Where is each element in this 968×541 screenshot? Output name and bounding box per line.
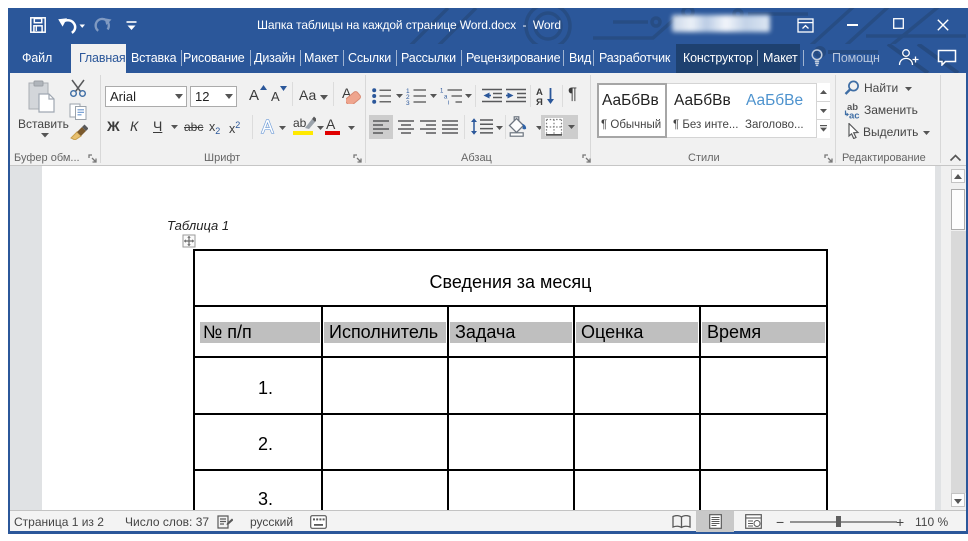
svg-text:3: 3 <box>406 100 410 105</box>
svg-text:i: i <box>448 101 449 106</box>
svg-text:А: А <box>262 117 274 136</box>
svg-text:Я: Я <box>536 97 543 106</box>
svg-text:ac: ac <box>849 111 860 120</box>
